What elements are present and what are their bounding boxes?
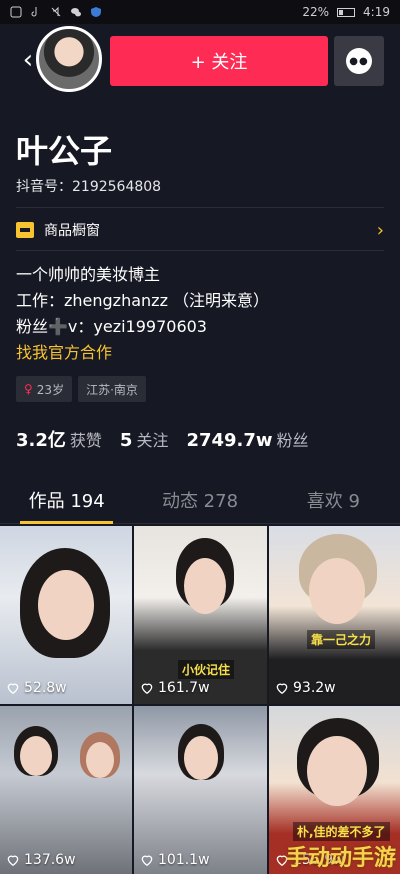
heart-icon: [141, 855, 153, 867]
location-label: 江苏·南京: [86, 382, 138, 397]
stat-number: 2749.7w: [186, 430, 273, 451]
tab-activity[interactable]: 动态 278: [133, 476, 266, 523]
tab-works[interactable]: 作品 194: [0, 476, 133, 524]
video-thumbnail[interactable]: 101.1w: [134, 706, 267, 874]
video-caption: 小伙记住: [178, 660, 235, 679]
profile-tags: ♀ 23岁 江苏·南京: [16, 376, 146, 402]
chevron-right-icon: ›: [376, 219, 384, 241]
video-thumbnail[interactable]: 朴,佳的差不多了 156.9w 手动动手游: [269, 706, 400, 874]
divider: [16, 250, 384, 251]
stat-label: 关注: [136, 431, 169, 450]
content-tabs: 作品 194 动态 278 喜欢 9: [0, 476, 400, 524]
mute-icon: [50, 6, 62, 18]
shield-icon: [90, 6, 102, 18]
bio: 一个帅帅的美妆博主 工作：zhengzhanzz （注明来意） 粉丝➕v：yez…: [16, 262, 269, 366]
tab-likes[interactable]: 喜欢 9: [267, 476, 400, 523]
stat-number: 5: [119, 430, 133, 451]
follow-label: + 关注: [190, 52, 248, 73]
bio-line: 一个帅帅的美妆博主: [16, 265, 161, 284]
more-icon: ●●: [346, 48, 372, 74]
stat-number: 3.2亿: [16, 430, 66, 451]
chevron-left-icon: ‹: [22, 45, 34, 75]
location-tag: 江苏·南京: [78, 376, 146, 402]
heart-icon: [276, 683, 288, 695]
battery-icon: [337, 7, 356, 17]
profile-name: 叶公子: [16, 132, 113, 170]
status-bar: 22% 4:19: [0, 0, 400, 24]
video-thumbnail[interactable]: 137.6w: [0, 706, 132, 874]
stats-row: 3.2亿 获赞 5 关注 2749.7w 粉丝: [16, 426, 309, 452]
divider: [16, 207, 384, 208]
shop-window-row[interactable]: 商品橱窗 ›: [16, 214, 384, 246]
video-grid: 52.8w 小伙记住 161.7w 靠一己之力 93.2w 137.6w 101…: [0, 526, 400, 874]
like-count: 93.2w: [275, 680, 336, 696]
heart-icon: [141, 683, 153, 695]
tiktok-icon: [30, 6, 42, 18]
official-cooperation-link[interactable]: 找我官方合作: [16, 340, 269, 366]
stat-likes[interactable]: 3.2亿 获赞: [16, 426, 102, 452]
age-label: 23岁: [36, 382, 65, 397]
battery-percentage: 22%: [302, 5, 330, 19]
video-caption: 朴,佳的差不多了: [293, 822, 390, 841]
female-icon: ♀: [24, 382, 33, 396]
stat-label: 粉丝: [276, 431, 309, 450]
avatar[interactable]: [36, 26, 102, 92]
age-tag: ♀ 23岁: [16, 376, 73, 402]
follow-button[interactable]: + 关注: [110, 36, 328, 86]
video-caption: 靠一己之力: [307, 630, 376, 649]
watermark: 手动动手游: [285, 846, 396, 871]
bio-line: 粉丝➕v：yezi19970603: [16, 317, 207, 336]
shop-icon: [16, 222, 34, 238]
notification-icon: [10, 6, 22, 18]
heart-icon: [7, 855, 19, 867]
video-thumbnail[interactable]: 52.8w: [0, 526, 132, 704]
like-count: 52.8w: [6, 680, 67, 696]
clock: 4:19: [363, 5, 390, 19]
stat-following[interactable]: 5 关注: [120, 427, 169, 451]
like-count: 137.6w: [6, 852, 76, 868]
douyin-id: 抖音号：2192564808: [16, 179, 162, 195]
video-thumbnail[interactable]: 小伙记住 161.7w: [134, 526, 267, 704]
bio-line: 工作：zhengzhanzz （注明来意）: [16, 291, 270, 310]
video-thumbnail[interactable]: 靠一己之力 93.2w: [269, 526, 400, 704]
stat-followers[interactable]: 2749.7w 粉丝: [186, 427, 308, 451]
like-count: 161.7w: [140, 680, 210, 696]
profile-header: ‹ + 关注 ●●: [0, 24, 400, 102]
heart-icon: [7, 683, 19, 695]
like-count: 101.1w: [140, 852, 210, 868]
more-button[interactable]: ●●: [334, 36, 384, 86]
shop-label: 商品橱窗: [44, 223, 100, 239]
stat-label: 获赞: [69, 431, 102, 450]
wechat-icon: [70, 6, 82, 18]
